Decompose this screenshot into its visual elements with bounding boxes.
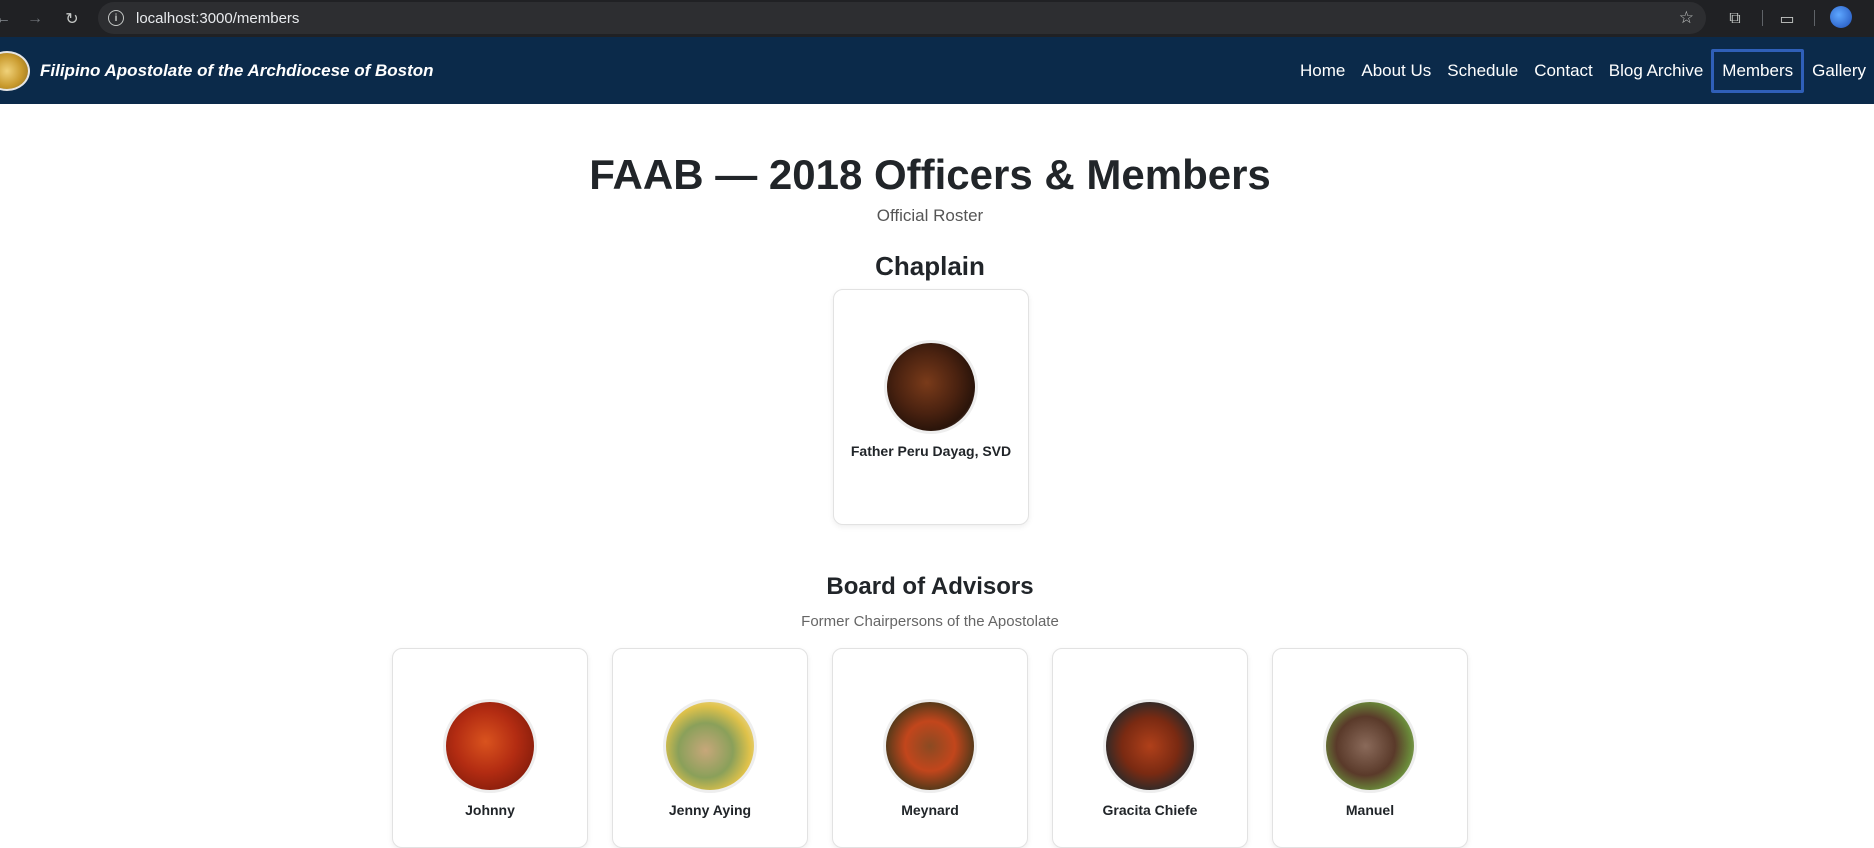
member-name: Jenny Aying <box>668 802 752 818</box>
forward-arrow-icon[interactable]: → <box>20 4 50 34</box>
member-photo <box>1103 699 1197 793</box>
member-photo <box>883 699 977 793</box>
bookmark-star-icon[interactable]: ☆ <box>1679 8 1694 28</box>
member-photo <box>663 699 757 793</box>
member-card[interactable]: Johnny <box>392 648 588 848</box>
cast-icon[interactable]: ▭ <box>1772 4 1802 34</box>
member-card[interactable]: Father Peru Dayag, SVD <box>833 289 1029 525</box>
nav-members[interactable]: Members <box>1711 49 1805 93</box>
nav-contact[interactable]: Contact <box>1526 49 1601 93</box>
extensions-icon[interactable]: ⧉ <box>1720 4 1750 34</box>
nav-home[interactable]: Home <box>1292 49 1353 93</box>
toolbar-divider <box>1814 10 1815 26</box>
advisors-subheading: Former Chairpersons of the Apostolate <box>801 613 1059 630</box>
member-card[interactable]: Manuel <box>1272 648 1468 848</box>
member-card[interactable]: Jenny Aying <box>612 648 808 848</box>
nav-about-us[interactable]: About Us <box>1353 49 1439 93</box>
nav-schedule[interactable]: Schedule <box>1439 49 1526 93</box>
member-name: Manuel <box>1345 802 1395 818</box>
brand-title[interactable]: Filipino Apostolate of the Archdiocese o… <box>40 61 434 81</box>
member-name: Father Peru Dayag, SVD <box>850 443 1012 459</box>
site-header: Filipino Apostolate of the Archdiocese o… <box>0 37 1874 104</box>
toolbar-divider <box>1762 10 1763 26</box>
member-name: Meynard <box>901 802 959 818</box>
member-name: Gracita Chiefe <box>1102 802 1198 818</box>
advisors-heading: Board of Advisors <box>826 573 1034 600</box>
apostolate-logo-icon[interactable] <box>0 51 30 91</box>
profile-avatar-icon[interactable] <box>1830 6 1852 28</box>
page-title: FAAB — 2018 Officers & Members <box>589 151 1271 198</box>
member-photo <box>884 340 978 434</box>
member-card[interactable]: Gracita Chiefe <box>1052 648 1248 848</box>
back-arrow-icon[interactable]: ← <box>0 4 18 34</box>
member-name: Johnny <box>465 802 515 818</box>
address-bar[interactable]: i localhost:3000/members ☆ <box>98 2 1706 34</box>
browser-toolbar: ← → ↻ i localhost:3000/members ☆ ⧉ ▭ <box>0 0 1874 37</box>
member-photo <box>443 699 537 793</box>
member-photo <box>1323 699 1417 793</box>
nav-blog-archive[interactable]: Blog Archive <box>1601 49 1712 93</box>
page-subtitle: Official Roster <box>876 206 984 225</box>
site-info-icon[interactable]: i <box>108 10 124 26</box>
member-card[interactable]: Meynard <box>832 648 1028 848</box>
chaplain-heading: Chaplain <box>875 251 985 281</box>
url-text[interactable]: localhost:3000/members <box>136 10 299 27</box>
main-nav: Home About Us Schedule Contact Blog Arch… <box>1292 49 1874 93</box>
reload-icon[interactable]: ↻ <box>57 4 87 34</box>
nav-gallery[interactable]: Gallery <box>1804 49 1874 93</box>
